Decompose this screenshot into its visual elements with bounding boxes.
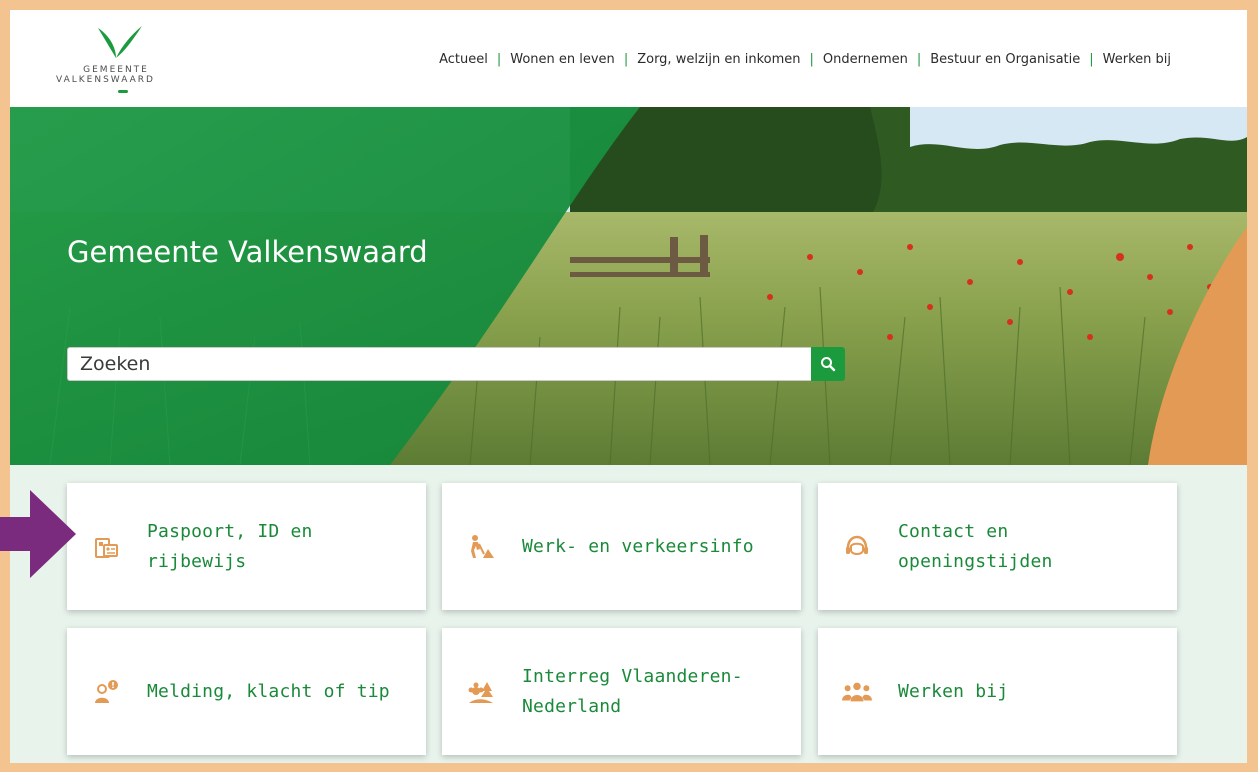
- tile-label: Melding, klacht of tip: [147, 680, 390, 702]
- search-button[interactable]: [811, 347, 845, 381]
- people-icon: [842, 677, 872, 707]
- nav-item-zorg[interactable]: Zorg, welzijn en inkomen: [637, 52, 800, 67]
- search-icon: [821, 357, 836, 372]
- quick-links-section: Paspoort, ID en rijbewijs Werk- en verke…: [10, 465, 1247, 763]
- tile-label: Werk- en verkeersinfo: [522, 535, 754, 557]
- logo-text-valkenswaard: VALKENSWAARD: [56, 75, 155, 85]
- tile-interreg[interactable]: Interreg Vlaanderen-Nederland: [442, 628, 801, 755]
- search-bar: [67, 347, 845, 381]
- main-navigation: Actueel | Wonen en leven | Zorg, welzijn…: [439, 52, 1171, 67]
- headset-icon: [842, 532, 872, 562]
- tile-label: Contact en openingstijden: [898, 520, 1053, 572]
- logo-text-gemeente: GEMEENTE: [83, 65, 149, 75]
- site-logo[interactable]: GEMEENTE VALKENSWAARD: [56, 24, 196, 100]
- nav-item-bestuur[interactable]: Bestuur en Organisatie: [930, 52, 1080, 67]
- hero-landscape-image: [10, 107, 1247, 465]
- tile-contact[interactable]: Contact en openingstijden: [818, 483, 1177, 610]
- nature-icon: [466, 677, 496, 707]
- report-person-icon: [91, 677, 121, 707]
- tile-label: Interreg Vlaanderen-Nederland: [522, 665, 743, 717]
- hero-banner: Gemeente Valkenswaard: [10, 107, 1247, 465]
- site-header: GEMEENTE VALKENSWAARD Actueel | Wonen en…: [10, 10, 1247, 107]
- roadwork-icon: [466, 532, 496, 562]
- hero-title: Gemeente Valkenswaard: [67, 235, 428, 269]
- search-input[interactable]: [67, 347, 811, 381]
- logo-mark-icon: [98, 26, 142, 58]
- tile-werken-bij[interactable]: Werken bij: [818, 628, 1177, 755]
- passport-icon: [91, 532, 121, 562]
- logo-accent: [118, 90, 128, 93]
- tile-werk-verkeersinfo[interactable]: Werk- en verkeersinfo: [442, 483, 801, 610]
- nav-item-actueel[interactable]: Actueel: [439, 52, 488, 67]
- page-frame: GEMEENTE VALKENSWAARD Actueel | Wonen en…: [10, 10, 1247, 763]
- tile-paspoort[interactable]: Paspoort, ID en rijbewijs: [67, 483, 426, 610]
- annotation-arrow-icon: [0, 490, 76, 578]
- nav-separator: |: [496, 52, 502, 67]
- tile-label: Werken bij: [898, 680, 1009, 702]
- nav-item-werken-bij[interactable]: Werken bij: [1103, 52, 1171, 67]
- nav-item-ondernemen[interactable]: Ondernemen: [823, 52, 908, 67]
- nav-separator: |: [809, 52, 814, 67]
- tile-melding[interactable]: Melding, klacht of tip: [67, 628, 426, 755]
- nav-separator: |: [623, 52, 629, 67]
- tile-label: Paspoort, ID en rijbewijs: [147, 520, 313, 572]
- nav-separator: |: [916, 52, 922, 67]
- nav-separator: |: [1089, 52, 1094, 67]
- nav-item-wonen-en-leven[interactable]: Wonen en leven: [510, 52, 615, 67]
